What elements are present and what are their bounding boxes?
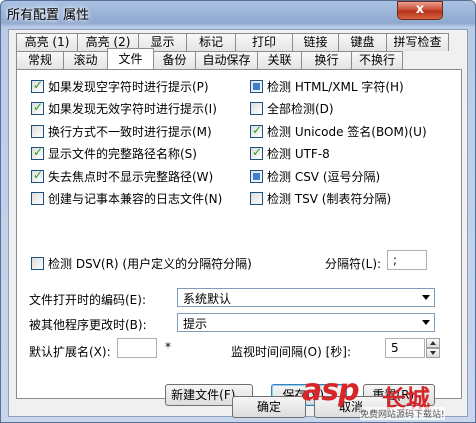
interval-spinner[interactable] (426, 338, 440, 358)
tab-r1-4[interactable]: 打印 (235, 33, 293, 51)
option-label: 检测 TSV (制表符分隔) (267, 192, 392, 206)
checkbox[interactable] (250, 145, 263, 160)
tab-r2-7[interactable]: 不换行 (351, 51, 403, 69)
checkbox[interactable] (31, 192, 44, 205)
option-label: 检测 HTML/XML 字符(H) (267, 79, 404, 94)
modified-label: 被其他程序更改时(B): (29, 318, 147, 332)
option-row[interactable]: 检测 Unicode 签名(BOM)(U) (250, 123, 427, 139)
checkbox[interactable] (31, 145, 44, 160)
checkbox[interactable] (250, 169, 263, 183)
modified-value: 提示 (183, 317, 208, 331)
default-ext-suffix: * (165, 340, 171, 354)
default-ext-input[interactable] (117, 338, 157, 358)
encoding-value: 系统默认 (183, 292, 232, 306)
spin-down-icon[interactable] (426, 348, 440, 358)
tab-r1-6[interactable]: 键盘 (338, 33, 387, 51)
tab-r2-5[interactable]: 关联 (257, 51, 302, 69)
checkbox[interactable] (31, 168, 44, 183)
option-row[interactable]: 如果发现无效字符时进行提示(I) (31, 100, 217, 117)
monitor-interval-input[interactable]: 5 (385, 338, 425, 358)
option-label: 换行方式不一致时进行提示(M) (48, 124, 212, 139)
checkbox[interactable] (31, 256, 44, 270)
option-label: 全部检测(D) (267, 102, 334, 116)
watermark-logo: asp 长城 免费网站源码下载站! (302, 373, 472, 421)
tab-r2-3[interactable]: 备份 (153, 51, 196, 69)
file-tab-panel: 如果发现空字符时进行提示(P) 如果发现无效字符时进行提示(I) 换行方式不一致时进… (16, 69, 462, 406)
tab-row-2: 常规 滚动 文件 备份 自动保存 关联 换行 不换行 (16, 48, 403, 69)
checkbox[interactable] (250, 79, 263, 93)
tab-r2-0[interactable]: 常规 (16, 51, 64, 69)
checkbox[interactable] (250, 123, 263, 138)
tab-r2-2[interactable]: 文件 (107, 48, 154, 69)
watermark-url: 免费网站源码下载站! (360, 407, 445, 420)
option-label: 如果发现空字符时进行提示(P) (48, 79, 209, 94)
encoding-select[interactable]: 系统默认 (177, 288, 435, 307)
option-row[interactable]: 检测 TSV (制表符分隔) (250, 191, 391, 207)
option-row[interactable]: 失去焦点时不显示完整路径(W) (31, 168, 213, 184)
option-row[interactable]: 检测 UTF-8 (250, 145, 330, 162)
delimiter-input[interactable]: ; (387, 250, 427, 270)
option-row[interactable]: 全部检测(D) (250, 101, 334, 117)
tab-r2-6[interactable]: 换行 (301, 51, 352, 69)
option-label: 显示文件的完整路径名称(S) (48, 147, 197, 161)
tab-r2-1[interactable]: 滚动 (63, 51, 108, 69)
watermark-brand: asp (302, 373, 360, 408)
checkbox[interactable] (250, 192, 263, 205)
title-bar[interactable]: 所有配置 属性 x (1, 1, 475, 25)
close-button[interactable]: x (397, 1, 443, 20)
tab-r1-7[interactable]: 拼写检查 (386, 33, 449, 51)
dialog-client-area: 高亮 (1) 高亮 (2) 显示 标记 打印 链接 键盘 拼写检查 常规 滚动 文件 备份 自动保存关… (8, 29, 468, 418)
checkbox[interactable] (31, 100, 44, 115)
tab-r2-4[interactable]: 自动保存 (195, 51, 258, 69)
option-row[interactable]: 显示文件的完整路径名称(S) (31, 145, 197, 162)
checkbox[interactable] (31, 124, 44, 138)
monitor-interval-label: 监视时间间隔(O) [秒]: (231, 345, 352, 359)
option-label: 失去焦点时不显示完整路径(W) (48, 169, 214, 184)
delimiter-label: 分隔符(L): (325, 257, 382, 271)
option-row[interactable]: 如果发现空字符时进行提示(P) (31, 78, 209, 94)
tab-row-1: 高亮 (1) 高亮 (2) 显示 标记 打印 链接 键盘 拼写检查 (16, 33, 449, 51)
chevron-down-icon (422, 295, 430, 300)
option-label: 检测 Unicode 签名(BOM)(U) (267, 124, 427, 139)
option-label: 检测 DSV(R) (用户定义的分隔符分隔) (48, 256, 252, 271)
option-label: 检测 UTF-8 (267, 147, 330, 161)
properties-window: 所有配置 属性 x 高亮 (1) 高亮 (2) 显示 标记 打印 链接 键盘 拼写检查 常规滚… (0, 0, 476, 423)
option-row[interactable]: 检测 CSV (逗号分隔) (250, 168, 380, 184)
window-title: 所有配置 属性 (7, 8, 90, 23)
option-row[interactable]: 检测 DSV(R) (用户定义的分隔符分隔) (31, 255, 252, 271)
option-label: 如果发现无效字符时进行提示(I) (48, 102, 217, 116)
option-row[interactable]: 换行方式不一致时进行提示(M) (31, 123, 212, 139)
ok-button[interactable]: 确定 (232, 396, 306, 418)
option-row[interactable]: 创建与记事本兼容的日志文件(N) (31, 191, 222, 207)
spin-up-icon[interactable] (426, 338, 440, 348)
option-row[interactable]: 检测 HTML/XML 字符(H) (250, 78, 404, 94)
option-label: 创建与记事本兼容的日志文件(N) (48, 192, 223, 206)
modified-select[interactable]: 提示 (177, 313, 435, 332)
encoding-label: 文件打开时的编码(E): (29, 293, 146, 307)
checkbox[interactable] (31, 78, 44, 93)
tab-r1-0[interactable]: 高亮 (1) (16, 33, 78, 51)
default-ext-label: 默认扩展名(X): (29, 345, 111, 359)
checkbox[interactable] (250, 102, 263, 115)
tab-r1-3[interactable]: 标记 (186, 33, 236, 51)
option-label: 检测 CSV (逗号分隔) (267, 169, 381, 184)
chevron-down-icon (422, 320, 430, 325)
tab-r1-5[interactable]: 链接 (292, 33, 339, 51)
